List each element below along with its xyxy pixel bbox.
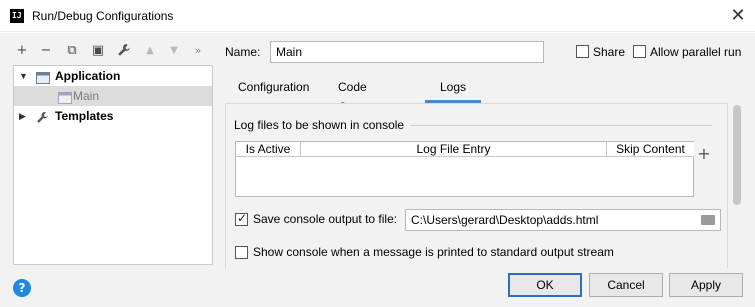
application-icon <box>36 70 50 84</box>
help-button[interactable]: ? <box>13 279 31 297</box>
tree-item-application[interactable]: ▼ Application <box>14 66 212 86</box>
tab-code-coverage[interactable]: Code Coverage <box>338 77 390 114</box>
move-down-icon[interactable]: ▼ <box>166 43 182 59</box>
column-header-skip-content[interactable]: Skip Content <box>607 142 694 157</box>
column-header-log-file-entry[interactable]: Log File Entry <box>301 142 607 157</box>
allow-parallel-run-checkbox[interactable] <box>633 45 646 58</box>
wrench-icon[interactable] <box>116 43 132 59</box>
log-files-section-title: Log files to be shown in console <box>234 118 411 132</box>
close-icon[interactable]: ✕ <box>727 5 749 27</box>
tree-item-label: Templates <box>55 109 114 123</box>
add-log-entry-icon[interactable]: + <box>696 146 712 162</box>
save-console-output-checkbox[interactable] <box>235 211 248 226</box>
vertical-scrollbar[interactable] <box>732 103 742 268</box>
tree-item-templates[interactable]: ▶ Templates <box>14 106 212 126</box>
configuration-tree[interactable]: ▼ Application Main ▶ Templates <box>13 65 213 265</box>
chevron-right-icon[interactable]: ▶ <box>19 106 29 126</box>
column-header-is-active[interactable]: Is Active <box>236 142 301 157</box>
ok-button[interactable]: OK <box>508 273 582 297</box>
share-label: Share <box>593 45 626 59</box>
window-title: Run/Debug Configurations <box>32 9 174 23</box>
add-icon[interactable]: + <box>14 43 30 59</box>
log-files-table[interactable]: Is Active Log File Entry Skip Content <box>235 141 694 197</box>
save-console-output-label: Save console output to file: <box>253 212 398 226</box>
chevron-down-icon[interactable]: ▼ <box>19 66 29 86</box>
title-bar: IJ Run/Debug Configurations ✕ <box>0 0 755 32</box>
tree-item-main[interactable]: Main <box>14 86 212 106</box>
name-input[interactable]: Main <box>270 41 544 63</box>
intellij-app-icon: IJ <box>10 9 24 23</box>
logs-panel: Log files to be shown in console Is Acti… <box>225 103 728 268</box>
allow-parallel-run-label: Allow parallel run <box>650 45 742 59</box>
show-console-stdout-label: Show console when a message is printed t… <box>253 245 614 259</box>
application-config-icon <box>58 90 72 104</box>
share-checkbox[interactable] <box>576 45 589 58</box>
remove-icon[interactable]: − <box>38 43 54 59</box>
copy-icon[interactable]: ⧉ <box>64 43 80 59</box>
output-file-path-input[interactable]: C:\Users\gerard\Desktop\adds.html <box>405 209 721 231</box>
tree-item-label: Main <box>73 89 100 103</box>
move-up-icon[interactable]: ▲ <box>142 43 158 59</box>
dialog-body: + − ⧉ ▣ ▲ ▼ » ▼ Application Main ▶ Templ… <box>0 33 755 307</box>
scrollbar-thumb[interactable] <box>733 105 741 205</box>
apply-button[interactable]: Apply <box>669 273 743 297</box>
output-file-path-value: C:\Users\gerard\Desktop\adds.html <box>411 213 599 227</box>
show-console-stdout-checkbox[interactable] <box>235 246 248 259</box>
folder-icon[interactable] <box>701 215 715 225</box>
wrench-icon <box>36 110 50 123</box>
tab-logs[interactable]: Logs <box>425 77 481 103</box>
tree-item-label: Application <box>55 69 121 83</box>
more-icon[interactable]: » <box>190 43 206 59</box>
tab-configuration[interactable]: Configuration <box>238 77 309 103</box>
name-label: Name: <box>225 45 261 59</box>
save-icon[interactable]: ▣ <box>90 43 106 59</box>
cancel-button[interactable]: Cancel <box>589 273 663 297</box>
